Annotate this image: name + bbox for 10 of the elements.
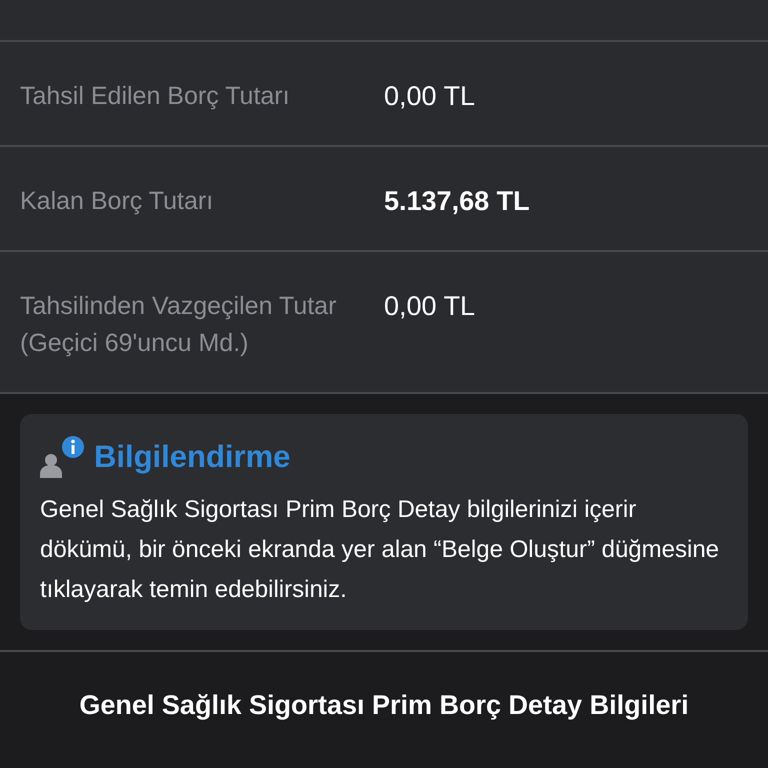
row-value: 0,00 TL — [384, 290, 476, 323]
row-value: 5.137,68 TL — [384, 185, 530, 218]
row-label: Kalan Borç Tutarı — [20, 186, 214, 217]
row-value: 0,00 TL — [384, 80, 476, 113]
row-label: Tahsilinden Vazgeçilen Tutar (Geçici 69'uncu Md.) — [20, 291, 338, 359]
row-label: Tahsil Edilen Borç Tutarı — [20, 81, 291, 112]
person-info-icon — [40, 436, 86, 478]
card-title: Bilgilendirme — [94, 439, 290, 475]
info-text: Genel Sağlık Sigortası Prim Borç Detay bilgilerinizi içerir dökümü, bir önceki ekranda yer alan “Belge Oluştur” düğmesine tıklayarak temin edebilirsiniz. — [40, 495, 720, 605]
footer-title: Genel Sağlık Sigortası Prim Borç Detay Bilgileri — [78, 689, 690, 722]
